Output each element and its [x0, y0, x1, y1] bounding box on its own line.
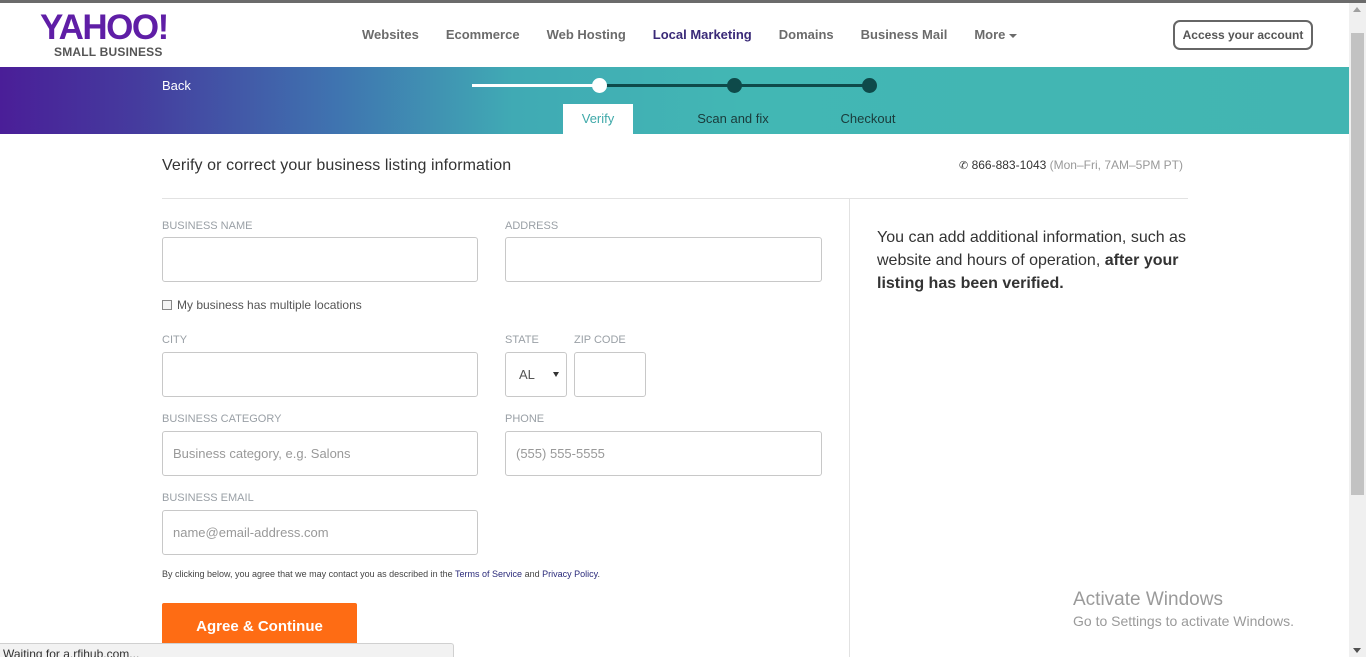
business-category-input[interactable]: Business category, e.g. Salons	[162, 431, 478, 476]
nav-more-label: More	[974, 27, 1006, 42]
title-divider	[162, 198, 1188, 199]
scroll-down-arrow-icon[interactable]	[1353, 648, 1361, 653]
page-scrollbar[interactable]	[1349, 3, 1366, 657]
business-name-input[interactable]	[162, 237, 478, 282]
state-select-value: AL	[519, 367, 535, 382]
access-account-button[interactable]: Access your account	[1173, 20, 1313, 50]
business-email-input[interactable]: name@email-address.com	[162, 510, 478, 555]
back-link[interactable]: Back	[162, 78, 191, 93]
scrollbar-thumb[interactable]	[1351, 33, 1364, 495]
business-email-label: BUSINESS EMAIL	[162, 492, 254, 504]
step-tab-scan-and-fix[interactable]: Scan and fix	[688, 104, 778, 134]
address-input[interactable]	[505, 237, 822, 282]
select-caret-down-icon	[553, 372, 559, 377]
phone-label: PHONE	[505, 413, 545, 425]
step-tab-verify[interactable]: Verify	[563, 104, 633, 134]
consent-prefix: By clicking below, you agree that we may…	[162, 569, 453, 579]
city-label: CITY	[162, 334, 188, 346]
scroll-up-arrow-icon[interactable]	[1353, 7, 1361, 12]
nav-item-domains[interactable]: Domains	[779, 27, 834, 42]
zip-code-label: ZIP CODE	[574, 334, 626, 346]
nav-item-web-hosting[interactable]: Web Hosting	[547, 27, 626, 42]
watermark-subtitle: Go to Settings to activate Windows.	[1073, 613, 1294, 629]
yahoo-small-business-logo[interactable]: YAHOO! SMALL BUSINESS	[40, 8, 180, 61]
side-note: You can add additional information, such…	[877, 226, 1192, 295]
zip-code-input[interactable]	[574, 352, 646, 397]
nav-item-business-mail[interactable]: Business Mail	[861, 27, 948, 42]
consent-and: and	[524, 569, 540, 579]
logo-main-text: YAHOO!	[40, 8, 169, 47]
step-tab-checkout[interactable]: Checkout	[828, 104, 908, 134]
support-phone: ✆ 866-883-1043 (Mon–Fri, 7AM–5PM PT)	[959, 158, 1183, 172]
nav-item-more[interactable]: More	[974, 27, 1018, 42]
business-name-label: BUSINESS NAME	[162, 220, 253, 232]
consent-text: By clicking below, you agree that we may…	[162, 569, 600, 579]
step-dot-checkout	[862, 78, 877, 93]
page-title: Verify or correct your business listing …	[162, 157, 512, 174]
activate-windows-watermark: Activate Windows Go to Settings to activ…	[1073, 589, 1294, 629]
column-divider	[849, 199, 850, 657]
nav-item-local-marketing[interactable]: Local Marketing	[653, 27, 752, 42]
phone-icon: ✆	[959, 160, 969, 172]
nav-item-websites[interactable]: Websites	[362, 27, 419, 42]
progress-track	[472, 78, 877, 93]
phone-input[interactable]: (555) 555-5555	[505, 431, 822, 476]
support-phone-number[interactable]: 866-883-1043	[972, 158, 1047, 172]
business-category-label: BUSINESS CATEGORY	[162, 413, 282, 425]
logo-sub-text: SMALL BUSINESS	[54, 45, 163, 59]
step-dot-scan	[727, 78, 742, 93]
address-label: ADDRESS	[505, 220, 559, 232]
caret-down-icon	[1009, 33, 1018, 38]
terms-of-service-link[interactable]: Terms of Service	[455, 569, 522, 579]
privacy-policy-link[interactable]: Privacy Policy	[542, 569, 597, 579]
watermark-title: Activate Windows	[1073, 589, 1223, 610]
progress-band: Back Verify Scan and fix Checkout	[0, 67, 1349, 134]
multiple-locations-label[interactable]: My business has multiple locations	[177, 298, 362, 312]
step-dot-verify	[592, 78, 607, 93]
multiple-locations-checkbox[interactable]	[162, 300, 172, 310]
state-label: STATE	[505, 334, 539, 346]
main-nav: Websites Ecommerce Web Hosting Local Mar…	[362, 27, 1044, 42]
support-phone-hours: (Mon–Fri, 7AM–5PM PT)	[1049, 158, 1183, 172]
consent-suffix: .	[597, 569, 600, 579]
multiple-locations-row: My business has multiple locations	[162, 298, 362, 312]
site-header: YAHOO! SMALL BUSINESS Websites Ecommerce…	[0, 3, 1349, 67]
progress-track-complete	[472, 84, 600, 87]
nav-item-ecommerce[interactable]: Ecommerce	[446, 27, 520, 42]
browser-status-bar: Waiting for a.rfihub.com...	[0, 643, 454, 657]
state-select[interactable]: AL	[505, 352, 567, 397]
city-input[interactable]	[162, 352, 478, 397]
